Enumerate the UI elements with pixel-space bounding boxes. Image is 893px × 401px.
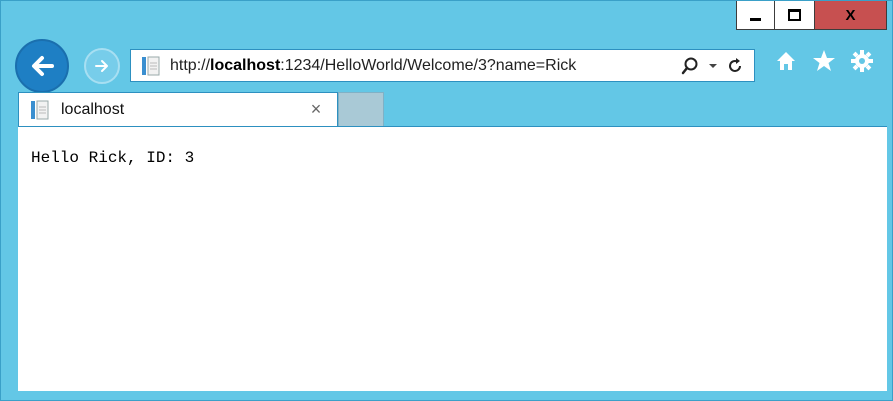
page-icon <box>140 55 162 77</box>
minimize-icon <box>750 17 761 21</box>
url-path: :1234/HelloWorld/Welcome/3?name=Rick <box>280 56 577 74</box>
new-tab-button[interactable] <box>338 92 384 126</box>
close-icon: X <box>845 6 856 24</box>
forward-button[interactable] <box>84 48 120 84</box>
url-host: localhost <box>210 56 281 74</box>
page-content: Hello Rick, ID: 3 <box>18 126 887 391</box>
refresh-button[interactable] <box>726 55 744 77</box>
search-icon <box>681 57 698 74</box>
settings-button[interactable] <box>849 48 875 74</box>
forward-arrow-icon <box>95 60 108 72</box>
close-window-button[interactable]: X <box>815 1 887 30</box>
tab-title: localhost <box>61 100 125 118</box>
home-button[interactable] <box>773 48 799 74</box>
maximize-button[interactable] <box>775 1 815 30</box>
dropdown-icon <box>709 63 717 68</box>
favorites-icon <box>813 50 835 71</box>
tab-close-icon[interactable]: × <box>305 99 327 121</box>
url-prefix: http:// <box>170 56 211 74</box>
back-button[interactable] <box>15 39 69 93</box>
refresh-icon <box>729 57 741 72</box>
maximize-icon <box>788 9 801 21</box>
browser-toolbar <box>773 48 875 74</box>
tab-localhost[interactable]: localhost × <box>18 92 338 126</box>
minimize-button[interactable] <box>736 1 775 30</box>
browser-window: X http://localhost:1234/HelloWorld/Welco… <box>0 0 893 401</box>
url-text[interactable]: http://localhost:1234/HelloWorld/Welcome… <box>170 57 680 75</box>
back-arrow-icon <box>32 56 54 76</box>
favorites-button[interactable] <box>811 48 837 74</box>
search-button[interactable] <box>680 55 700 77</box>
page-body-text: Hello Rick, ID: 3 <box>31 149 195 167</box>
address-bar[interactable]: http://localhost:1234/HelloWorld/Welcome… <box>130 49 755 82</box>
dropdown-button[interactable] <box>708 55 718 77</box>
settings-icon <box>851 50 873 72</box>
tab-page-icon <box>29 99 51 121</box>
home-icon <box>777 52 795 70</box>
address-tools <box>680 55 754 77</box>
